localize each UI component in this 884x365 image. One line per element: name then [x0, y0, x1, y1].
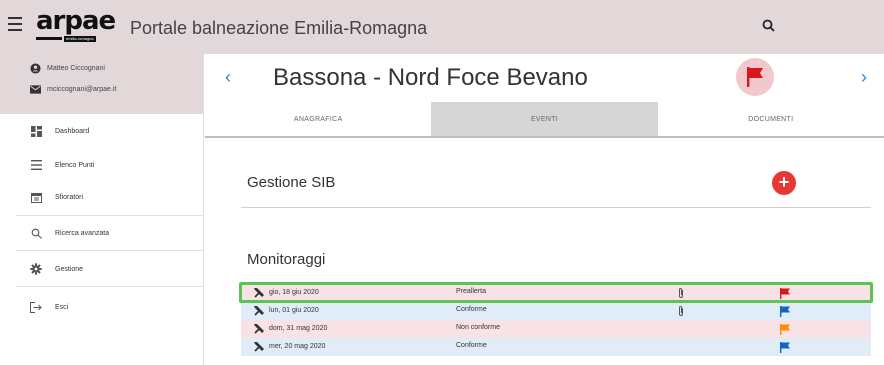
logo-text: arpae — [36, 6, 116, 36]
section-divider — [241, 207, 871, 208]
monitoraggio-date: dom, 31 mag 2020 — [269, 325, 328, 332]
monitoraggio-date: lun, 01 giu 2020 — [269, 307, 319, 314]
tab-documenti[interactable]: DOCUMENTI — [658, 102, 884, 136]
page-title: Bassona - Nord Foce Bevano — [273, 64, 588, 91]
tab-anagrafica[interactable]: ANAGRAFICA — [205, 102, 431, 136]
monitoraggio-status: Conforme — [456, 342, 487, 349]
section-title-sib: Gestione SIB — [247, 174, 336, 191]
user-name: Matteo Ciccognani — [47, 65, 105, 72]
user-info: Matteo Ciccognani mciccognani@arpae.it — [0, 54, 203, 114]
sidebar-item-label: Dashboard — [55, 127, 90, 135]
flag-icon — [780, 288, 790, 299]
monitoraggio-status: Preallerta — [456, 288, 486, 295]
list-item[interactable]: gio, 18 giu 2020 Preallerta — [241, 284, 871, 302]
sidebar-divider — [16, 250, 204, 251]
sidebar-item-ricerca-avanzata[interactable]: Ricerca avanzata — [0, 220, 204, 246]
list-item[interactable]: mer, 20 mag 2020 Conforme — [241, 338, 871, 356]
app-title: Portale balneazione Emilia-Romagna — [130, 18, 428, 38]
attachment-icon[interactable] — [677, 305, 685, 317]
mail-icon — [30, 85, 41, 94]
flag-icon — [780, 306, 790, 317]
sidebar-item-label: Gestione — [55, 265, 84, 273]
list-item[interactable]: dom, 31 mag 2020 Non conforme — [241, 320, 871, 338]
top-app-bar: arpae emilia-romagna Portale balneazione… — [0, 0, 884, 54]
sidebar-item-label: Esci — [55, 303, 69, 311]
tab-eventi[interactable]: EVENTI — [431, 102, 658, 136]
sidebar-divider — [16, 215, 204, 216]
sampling-tool-icon — [254, 288, 264, 298]
monitoraggio-status: Non conforme — [456, 324, 500, 331]
monitoraggio-date: gio, 18 giu 2020 — [269, 289, 319, 296]
location-header: ‹ Bassona - Nord Foce Bevano › — [205, 54, 884, 102]
sampling-tool-icon — [254, 342, 264, 352]
monitoraggio-status: Conforme — [456, 306, 487, 313]
flag-icon — [780, 342, 790, 353]
flag-icon — [747, 67, 763, 87]
logo-underline — [36, 37, 62, 40]
sidebar-item-label: Sfioratori — [55, 193, 84, 201]
dashboard-icon — [29, 124, 43, 138]
add-sib-button[interactable]: + — [772, 171, 796, 195]
arpae-logo[interactable]: arpae emilia-romagna — [36, 8, 122, 44]
user-email-row: mciccognani@arpae.it — [30, 85, 116, 94]
list-item[interactable]: lun, 01 giu 2020 Conforme — [241, 302, 871, 320]
sidebar-item-sfioratori[interactable]: Sfioratori — [0, 184, 204, 210]
user-email: mciccognani@arpae.it — [47, 86, 117, 93]
menu-icon[interactable] — [8, 17, 22, 31]
account-icon — [30, 63, 41, 74]
sidebar-item-gestione[interactable]: Gestione — [0, 256, 204, 282]
section-title-monitoraggi: Monitoraggi — [247, 251, 326, 268]
search-icon[interactable] — [760, 17, 778, 35]
flag-icon — [780, 324, 790, 335]
monitoraggio-date: mer, 20 mag 2020 — [269, 343, 326, 350]
chevron-right-icon[interactable]: › — [855, 67, 873, 87]
sampling-tool-icon — [254, 324, 264, 334]
gear-icon — [29, 262, 43, 276]
sidebar-item-elenco-punti[interactable]: Elenco Punti — [0, 152, 204, 178]
search-icon — [29, 226, 43, 240]
attachment-icon[interactable] — [677, 287, 685, 299]
calendar-icon — [29, 190, 43, 204]
sampling-tool-icon — [254, 306, 264, 316]
sidebar-item-esci[interactable]: Esci — [0, 294, 204, 320]
logout-icon — [29, 300, 43, 314]
sidebar: Matteo Ciccognani mciccognani@arpae.it D… — [0, 54, 204, 365]
logo-subtitle: emilia-romagna — [64, 36, 96, 42]
status-flag-badge — [736, 58, 774, 96]
sidebar-item-label: Ricerca avanzata — [55, 229, 110, 237]
tab-bar: ANAGRAFICA EVENTI DOCUMENTI — [205, 102, 884, 138]
sidebar-divider — [16, 286, 204, 287]
user-name-row: Matteo Ciccognani — [30, 63, 105, 74]
sidebar-item-label: Elenco Punti — [55, 161, 95, 169]
sidebar-item-dashboard[interactable]: Dashboard — [0, 118, 204, 144]
events-panel: Gestione SIB + Monitoraggi gio, 18 giu 2… — [205, 140, 884, 365]
chevron-left-icon[interactable]: ‹ — [219, 67, 237, 87]
list-icon — [29, 158, 43, 172]
